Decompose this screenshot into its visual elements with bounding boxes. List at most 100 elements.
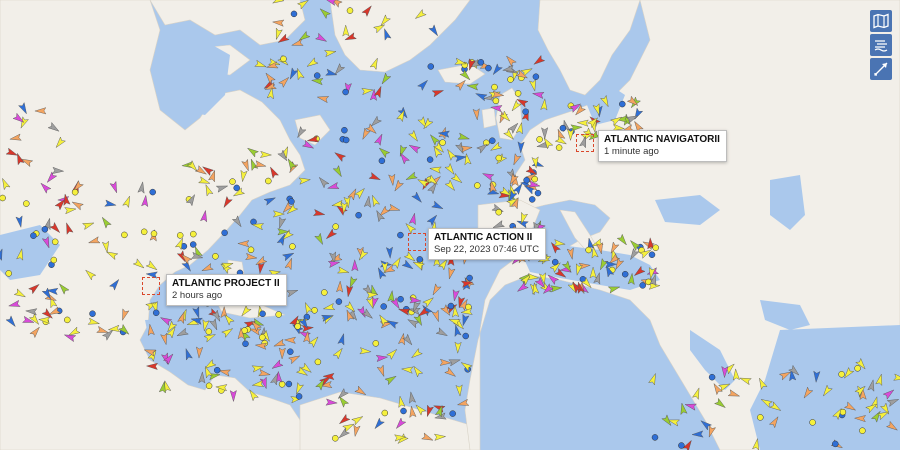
anchored-vessel-marker[interactable] [285, 380, 293, 388]
anchored-vessel-marker[interactable] [372, 340, 380, 347]
anchored-vessel-marker[interactable] [397, 231, 404, 239]
anchored-vessel-marker[interactable] [621, 270, 629, 278]
anchored-vessel-marker[interactable] [427, 63, 435, 70]
anchored-vessel-marker[interactable] [447, 302, 455, 310]
anchored-vessel-marker[interactable] [859, 427, 866, 434]
anchored-vessel-marker[interactable] [71, 188, 79, 196]
anchored-vessel-marker[interactable] [809, 419, 816, 426]
anchored-vessel-marker[interactable] [233, 184, 240, 192]
anchored-vessel-marker[interactable] [259, 310, 266, 318]
anchored-vessel-marker[interactable] [462, 332, 469, 340]
anchored-vessel-marker[interactable] [275, 311, 282, 318]
anchored-vessel-marker[interactable] [381, 409, 389, 417]
measure-distance-button[interactable] [870, 58, 892, 80]
anchored-vessel-marker[interactable] [400, 407, 407, 415]
anchored-vessel-marker[interactable] [64, 316, 71, 324]
anchored-vessel-marker[interactable] [449, 410, 456, 417]
anchored-vessel-marker[interactable] [534, 189, 542, 197]
anchored-vessel-marker[interactable] [380, 303, 387, 310]
anchored-vessel-marker[interactable] [378, 157, 386, 165]
anchored-vessel-marker[interactable] [152, 309, 160, 317]
anchored-vessel-marker[interactable] [495, 154, 503, 162]
anchored-vessel-marker[interactable] [311, 307, 318, 314]
anchored-vessel-marker[interactable] [265, 177, 272, 185]
vessel-label[interactable]: ATLANTIC NAVIGATORII 1 minute ago [598, 130, 727, 162]
anchored-vessel-marker[interactable] [426, 156, 434, 163]
anchored-vessel-marker[interactable] [639, 282, 646, 289]
anchored-vessel-marker[interactable] [149, 188, 156, 196]
anchored-vessel-marker[interactable] [321, 289, 328, 296]
anchored-vessel-marker[interactable] [531, 175, 538, 183]
anchored-vessel-marker[interactable] [551, 258, 559, 266]
anchored-vessel-marker[interactable] [416, 256, 424, 263]
anchored-vessel-marker[interactable] [190, 230, 197, 238]
anchored-vessel-marker[interactable] [466, 274, 473, 282]
map-canvas[interactable] [0, 0, 900, 450]
anchored-vessel-marker[interactable] [229, 178, 236, 185]
anchored-vessel-marker[interactable] [838, 371, 845, 378]
anchored-vessel-marker[interactable] [854, 365, 861, 372]
anchored-vessel-marker[interactable] [5, 270, 12, 277]
anchored-vessel-marker[interactable] [150, 230, 158, 237]
anchored-vessel-marker[interactable] [832, 440, 839, 448]
anchored-vessel-marker[interactable] [332, 435, 339, 442]
anchored-vessel-marker[interactable] [342, 88, 349, 96]
anchored-vessel-marker[interactable] [250, 218, 257, 226]
anchored-vessel-marker[interactable] [205, 382, 213, 390]
anchored-vessel-marker[interactable] [30, 232, 37, 239]
anchored-vessel-marker[interactable] [294, 323, 301, 330]
anchored-vessel-marker[interactable] [708, 373, 716, 381]
vessel-map[interactable]: ATLANTIC NAVIGATORII 1 minute ago ATLANT… [0, 0, 900, 450]
anchored-vessel-marker[interactable] [485, 64, 492, 72]
anchored-vessel-marker[interactable] [289, 243, 296, 250]
anchored-vessel-marker[interactable] [522, 108, 529, 115]
map-layers-button[interactable] [870, 10, 892, 32]
vessel-selection-marker[interactable] [408, 233, 426, 251]
anchored-vessel-marker[interactable] [314, 358, 322, 366]
anchored-vessel-marker[interactable] [523, 176, 530, 184]
anchored-vessel-marker[interactable] [176, 232, 184, 239]
anchored-vessel-marker[interactable] [536, 136, 543, 143]
anchored-vessel-marker[interactable] [50, 256, 58, 264]
anchored-vessel-marker[interactable] [341, 126, 348, 134]
anchored-vessel-marker[interactable] [678, 442, 685, 449]
anchored-vessel-marker[interactable] [280, 55, 287, 63]
anchored-vessel-marker[interactable] [439, 139, 446, 146]
anchored-vessel-marker[interactable] [290, 10, 298, 18]
vessel-label[interactable]: ATLANTIC ACTION II Sep 22, 2023 07:46 UT… [428, 228, 547, 260]
anchored-vessel-marker[interactable] [41, 226, 49, 233]
anchored-vessel-marker[interactable] [559, 124, 567, 132]
anchored-vessel-marker[interactable] [212, 253, 219, 260]
anchored-vessel-marker[interactable] [140, 228, 148, 236]
anchored-vessel-marker[interactable] [259, 334, 266, 341]
anchored-vessel-marker[interactable] [492, 97, 500, 105]
anchored-vessel-marker[interactable] [121, 231, 128, 239]
anchored-vessel-marker[interactable] [346, 7, 354, 14]
anchored-vessel-marker[interactable] [335, 298, 343, 305]
anchored-vessel-marker[interactable] [397, 295, 404, 303]
anchored-vessel-marker[interactable] [619, 100, 626, 108]
anchored-vessel-marker[interactable] [648, 251, 656, 258]
anchored-vessel-marker[interactable] [532, 73, 540, 80]
anchored-vessel-marker[interactable] [288, 198, 295, 205]
anchored-vessel-marker[interactable] [23, 200, 30, 207]
anchored-vessel-marker[interactable] [295, 393, 303, 400]
anchored-vessel-marker[interactable] [342, 136, 350, 144]
anchored-vessel-marker[interactable] [221, 229, 228, 237]
anchored-vessel-marker[interactable] [242, 340, 249, 348]
anchored-vessel-marker[interactable] [757, 414, 764, 421]
anchored-vessel-marker[interactable] [213, 366, 221, 374]
vessel-label[interactable]: ATLANTIC PROJECT II 2 hours ago [166, 274, 287, 306]
anchored-vessel-marker[interactable] [51, 238, 59, 246]
anchored-vessel-marker[interactable] [555, 144, 563, 151]
anchored-vessel-marker[interactable] [247, 246, 255, 254]
anchored-vessel-marker[interactable] [514, 90, 522, 97]
anchored-vessel-marker[interactable] [489, 137, 496, 144]
anchored-vessel-marker[interactable] [0, 194, 6, 202]
anchored-vessel-marker[interactable] [507, 76, 514, 83]
weather-button[interactable] [870, 34, 892, 56]
anchored-vessel-marker[interactable] [89, 310, 96, 317]
anchored-vessel-marker[interactable] [477, 59, 485, 66]
anchored-vessel-marker[interactable] [495, 208, 502, 216]
anchored-vessel-marker[interactable] [651, 434, 659, 441]
